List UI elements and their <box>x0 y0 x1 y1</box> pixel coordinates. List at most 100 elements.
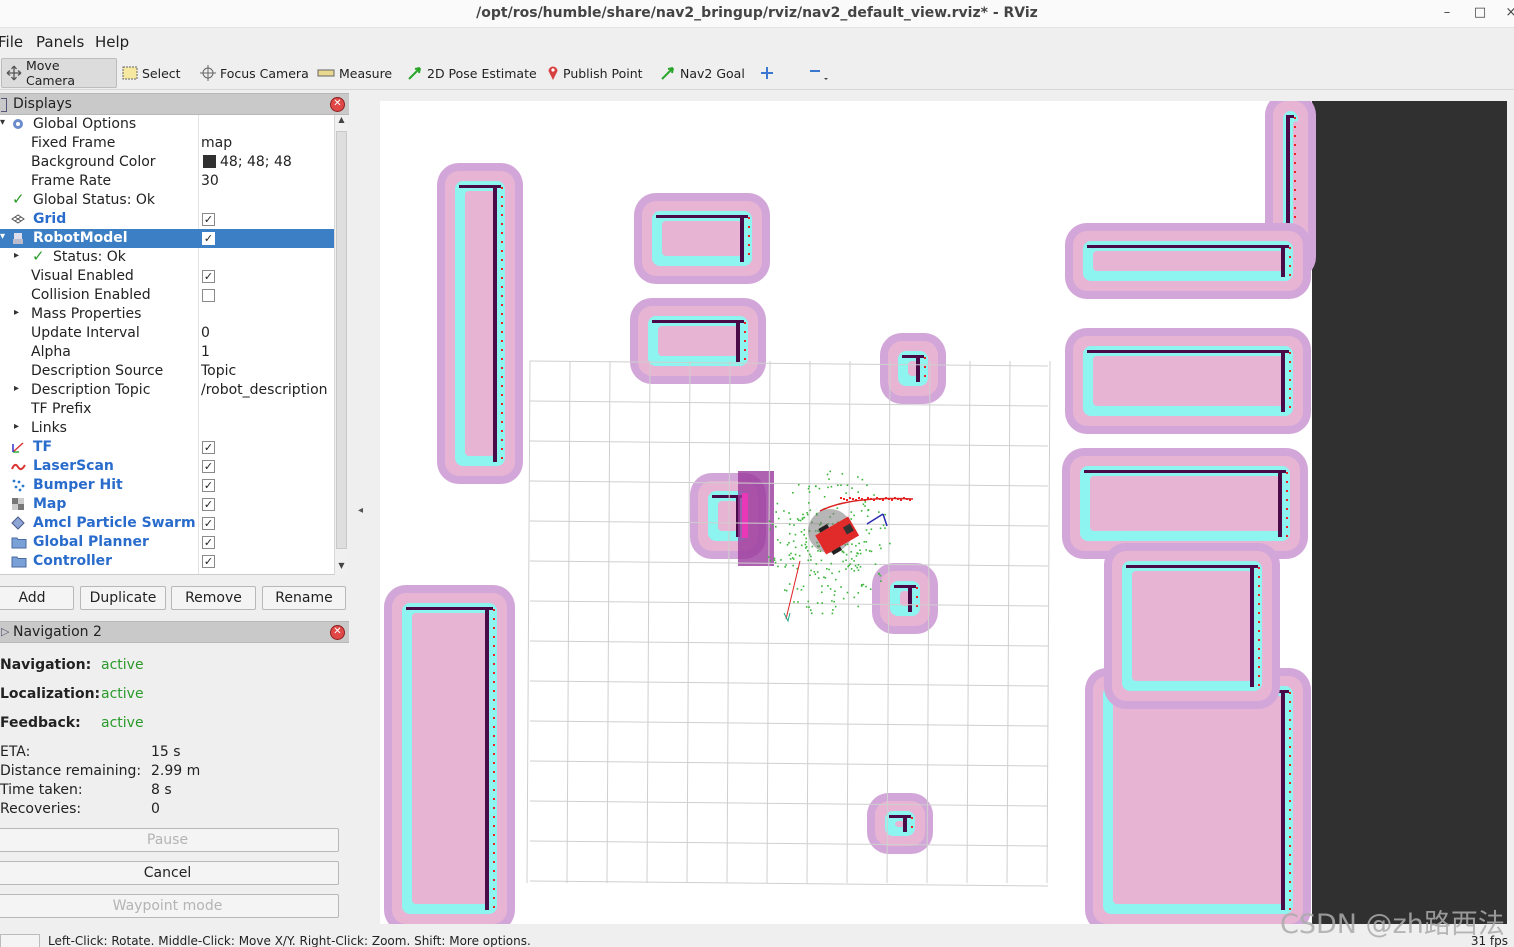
close-panel-icon[interactable]: ✕ <box>330 625 345 640</box>
tree-row-description-source[interactable]: Description Source Topic <box>0 362 334 381</box>
tf-checkbox[interactable]: ✓ <box>202 441 215 454</box>
tree-row-amcl-particle-swarm[interactable]: Amcl Particle Swarm ✓ <box>0 514 334 533</box>
scroll-down-icon[interactable]: ▼ <box>335 561 348 575</box>
dots-icon <box>12 479 25 492</box>
minimize-button[interactable]: – <box>1436 3 1458 23</box>
scroll-thumb[interactable] <box>336 131 347 549</box>
tree-row-update-interval[interactable]: Update Interval 0 <box>0 324 334 343</box>
close-window-button[interactable]: × <box>1500 3 1514 23</box>
select-icon <box>122 66 138 80</box>
navigation-status: active <box>101 657 144 673</box>
move-camera-tool[interactable]: Move Camera <box>1 58 117 88</box>
folder-icon <box>11 537 27 549</box>
recoveries-value: 0 <box>151 801 160 817</box>
tool-bar: Move Camera Select Focus Camera Measure … <box>0 56 1514 90</box>
menu-bar: File Panels Help <box>0 30 1514 54</box>
title-bar: /opt/ros/humble/share/nav2_bringup/rviz/… <box>0 0 1514 28</box>
dock-handle-icon[interactable] <box>1 98 7 112</box>
tree-row-global-status[interactable]: ✓ Global Status: Ok <box>0 190 334 210</box>
remove-tool-button[interactable] <box>804 58 834 88</box>
select-label: Select <box>142 65 181 81</box>
dock-handle-icon[interactable]: ▷ <box>1 625 9 638</box>
render-viewport[interactable] <box>380 101 1507 924</box>
tree-row-frame-rate[interactable]: Frame Rate 30 <box>0 172 334 191</box>
add-display-button[interactable]: Add <box>0 586 74 610</box>
tree-row-fixed-frame[interactable]: Fixed Frame map <box>0 134 334 153</box>
focus-camera-tool[interactable]: Focus Camera <box>196 58 313 88</box>
laser-icon <box>11 463 26 471</box>
laserscan-checkbox[interactable]: ✓ <box>202 460 215 473</box>
tree-row-grid[interactable]: Grid ✓ <box>0 210 334 229</box>
tree-row-global-options[interactable]: ▾ Global Options <box>0 115 334 134</box>
tree-row-mass-properties[interactable]: ▸ Mass Properties <box>0 305 334 324</box>
tree-row-map[interactable]: Map ✓ <box>0 495 334 514</box>
collapse-panel-icon[interactable]: ◂ <box>358 505 363 516</box>
maximize-button[interactable]: □ <box>1469 3 1491 23</box>
tree-row-tf[interactable]: TF ✓ <box>0 438 334 457</box>
waypoint-mode-button[interactable]: Waypoint mode <box>0 894 339 918</box>
tree-row-bumper-hit[interactable]: Bumper Hit ✓ <box>0 476 334 495</box>
tree-row-collision-enabled[interactable]: Collision Enabled <box>0 286 334 305</box>
select-tool[interactable]: Select <box>118 58 185 88</box>
tree-row-controller[interactable]: Controller ✓ <box>0 552 334 571</box>
plus-icon <box>761 67 773 79</box>
localization-label: Localization: <box>0 686 101 702</box>
add-tool-button[interactable] <box>756 58 778 88</box>
tree-row-links[interactable]: ▸ Links <box>0 419 334 438</box>
focus-camera-icon <box>200 65 216 81</box>
nav2-goal-tool[interactable]: Nav2 Goal <box>656 58 749 88</box>
grid-checkbox[interactable]: ✓ <box>202 213 215 226</box>
grid-layer <box>526 360 1051 887</box>
remove-display-button[interactable]: Remove <box>171 586 256 610</box>
menu-panels[interactable]: Panels <box>36 33 84 51</box>
displays-scrollbar[interactable]: ▲ ▼ <box>334 115 348 575</box>
close-panel-icon[interactable]: ✕ <box>330 97 345 112</box>
scroll-up-icon[interactable]: ▲ <box>335 115 348 129</box>
minus-icon <box>810 70 828 80</box>
tree-row-status-ok[interactable]: ▸ ✓ Status: Ok <box>0 247 334 267</box>
cancel-button[interactable]: Cancel <box>0 861 339 885</box>
move-camera-icon <box>6 65 22 81</box>
reset-button[interactable] <box>0 934 40 947</box>
tree-row-description-topic[interactable]: ▸ Description Topic /robot_description <box>0 381 334 400</box>
controller-checkbox[interactable]: ✓ <box>202 555 215 568</box>
visual-enabled-checkbox[interactable]: ✓ <box>202 270 215 283</box>
color-swatch[interactable]: 48; 48; 48 <box>203 154 292 170</box>
distance-value: 2.99 m <box>151 763 201 779</box>
bumper-hit-checkbox[interactable]: ✓ <box>202 479 215 492</box>
global-planner-checkbox[interactable]: ✓ <box>202 536 215 549</box>
localization-status: active <box>101 686 144 702</box>
menu-file[interactable]: File <box>0 33 23 51</box>
measure-label: Measure <box>339 65 393 81</box>
amcl-checkbox[interactable]: ✓ <box>202 517 215 530</box>
navigation-panel-header: ▷ Navigation 2 ✕ <box>0 621 349 643</box>
mouse-hint: Left-Click: Rotate. Middle-Click: Move X… <box>48 934 531 947</box>
tree-row-alpha[interactable]: Alpha 1 <box>0 343 334 362</box>
green-arrow-icon <box>661 67 674 80</box>
map-icon <box>12 498 24 510</box>
measure-tool[interactable]: Measure <box>313 58 396 88</box>
map-checkbox[interactable]: ✓ <box>202 498 215 511</box>
tree-row-laserscan[interactable]: LaserScan ✓ <box>0 457 334 476</box>
rename-display-button[interactable]: Rename <box>262 586 346 610</box>
tree-row-background-color[interactable]: Background Color 48; 48; 48 <box>0 153 334 172</box>
collision-enabled-checkbox[interactable] <box>202 289 215 302</box>
feedback-label: Feedback: <box>0 715 81 731</box>
displays-panel-header: Displays ✕ <box>0 93 349 115</box>
tree-row-visual-enabled[interactable]: Visual Enabled ✓ <box>0 267 334 286</box>
tree-row-global-planner[interactable]: Global Planner ✓ <box>0 533 334 552</box>
map-canvas[interactable] <box>380 101 1507 924</box>
unknown-area <box>1312 101 1507 924</box>
pause-button[interactable]: Pause <box>0 828 339 852</box>
duplicate-display-button[interactable]: Duplicate <box>80 586 166 610</box>
navigation-label: Navigation: <box>0 657 92 673</box>
menu-help[interactable]: Help <box>95 33 129 51</box>
recoveries-label: Recoveries: <box>0 801 82 817</box>
publish-point-tool[interactable]: Publish Point <box>543 58 647 88</box>
robotmodel-checkbox[interactable]: ✓ <box>202 232 215 245</box>
tree-row-robotmodel[interactable]: ▾ RobotModel ✓ <box>0 229 334 248</box>
distance-label: Distance remaining: <box>0 763 142 779</box>
pose-estimate-tool[interactable]: 2D Pose Estimate <box>403 58 541 88</box>
tree-row-tf-prefix[interactable]: TF Prefix <box>0 400 334 419</box>
grid-icon <box>11 214 25 224</box>
